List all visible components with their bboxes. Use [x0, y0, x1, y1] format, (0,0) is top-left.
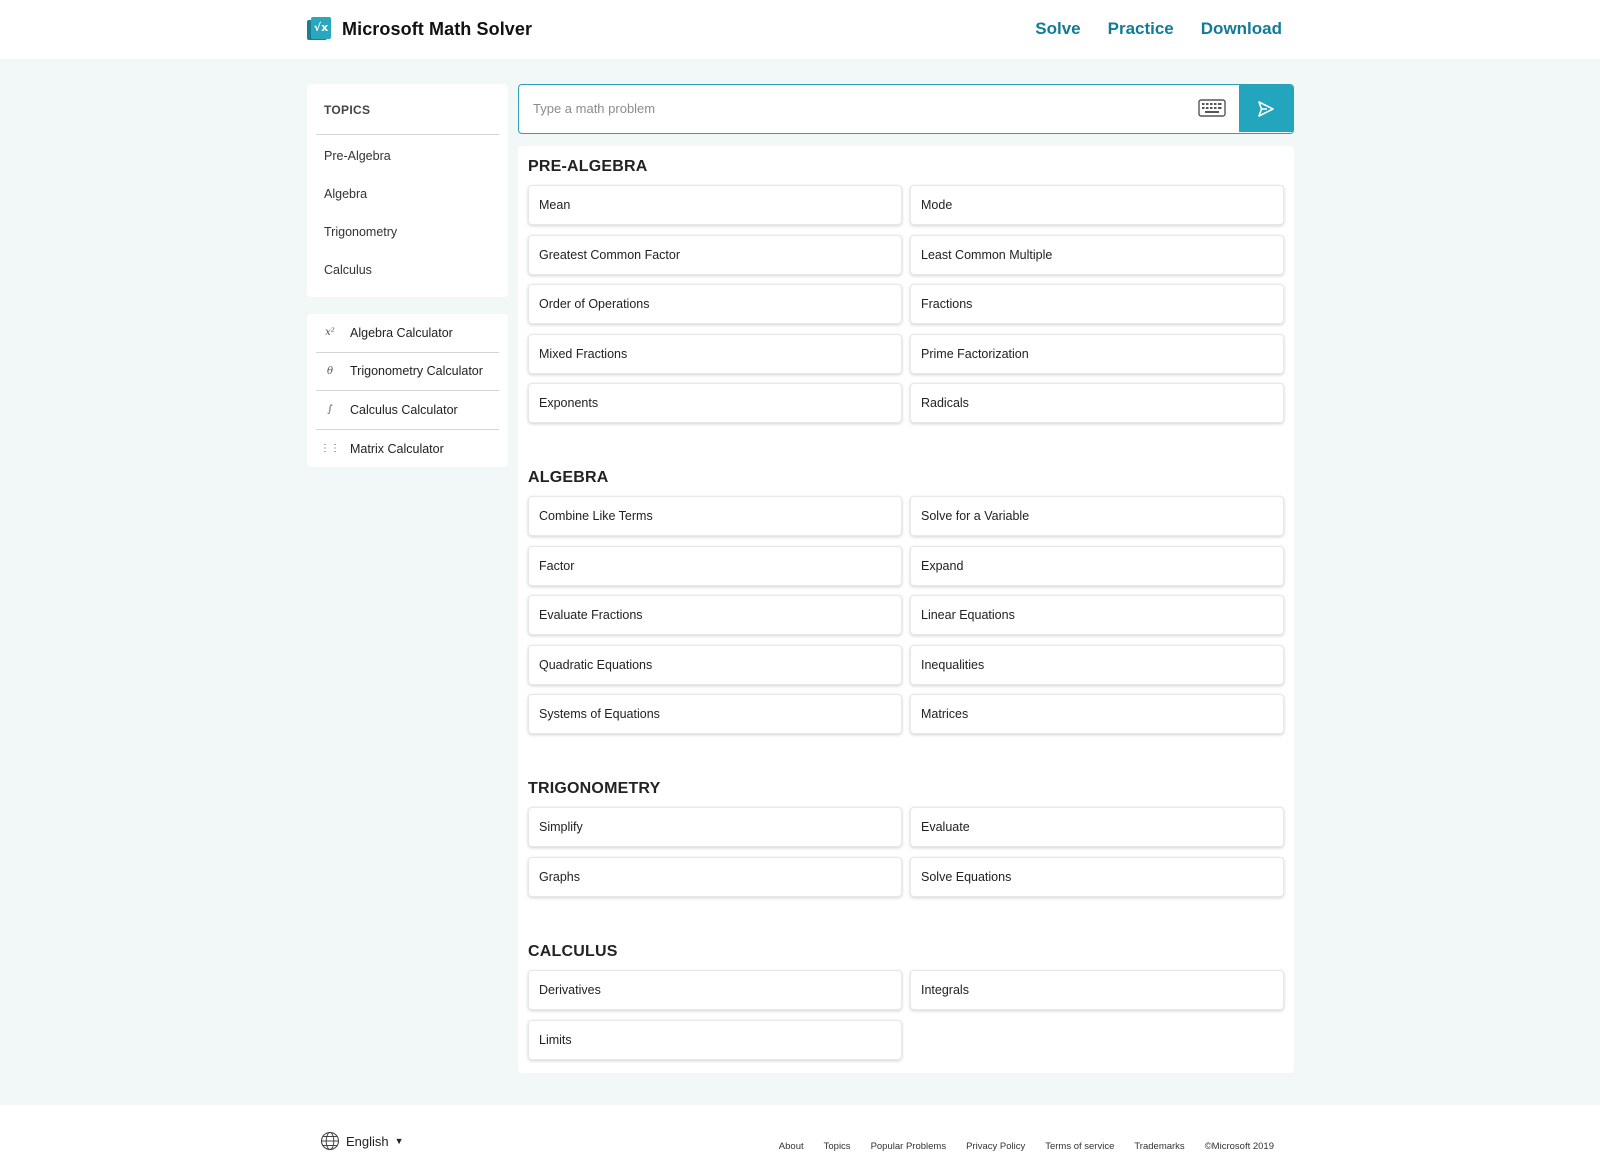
copyright-notice: ©Microsoft 2019 — [1204, 1141, 1274, 1152]
calculator-label: Calculus Calculator — [350, 402, 458, 417]
footer-link-popular-problems[interactable]: Popular Problems — [871, 1141, 947, 1152]
calculator-label: Algebra Calculator — [350, 325, 453, 340]
keyboard-icon[interactable] — [1198, 99, 1226, 117]
send-arrow-icon — [1258, 100, 1274, 117]
integral-icon: ∫ — [327, 404, 333, 416]
language-label: English — [346, 1133, 389, 1149]
section-title: PRE-ALGEBRA — [528, 158, 648, 175]
topic-card[interactable]: Exponents — [528, 383, 902, 423]
topics-heading: TOPICS — [324, 103, 371, 117]
topic-card[interactable]: Linear Equations — [910, 595, 1284, 635]
topic-card[interactable]: Solve Equations — [910, 856, 1284, 897]
topic-card[interactable]: Simplify — [528, 807, 902, 847]
algebra-calculator-link[interactable]: x² Algebra Calculator — [316, 314, 499, 353]
topic-card[interactable]: Derivatives — [528, 970, 902, 1010]
site-header: √x Microsoft Math Solver Solve Practice … — [0, 0, 1600, 59]
theta-icon: θ — [326, 365, 334, 377]
footer-link-trademarks[interactable]: Trademarks — [1134, 1141, 1184, 1152]
calculators-panel: x² Algebra Calculator θ Trigonometry Cal… — [307, 314, 508, 467]
topic-card[interactable]: Radicals — [910, 383, 1284, 423]
topics-content-panel: PRE-ALGEBRA Mean Mode Greatest Common Facto… — [518, 146, 1294, 1073]
footer-link-privacy-policy[interactable]: Privacy Policy — [966, 1141, 1025, 1152]
topic-card[interactable]: Integrals — [910, 970, 1284, 1010]
section-title: TRIGONOMETRY — [528, 780, 661, 797]
topic-card[interactable]: Inequalities — [910, 644, 1284, 685]
footer-link-terms-of-service[interactable]: Terms of service — [1045, 1141, 1114, 1152]
section-title: CALCULUS — [528, 943, 618, 960]
brand-logo[interactable]: √x Microsoft Math Solver — [307, 17, 532, 42]
submit-button[interactable] — [1239, 85, 1293, 132]
topic-card[interactable]: Least Common Multiple — [910, 234, 1284, 275]
topic-card[interactable]: Solve for a Variable — [910, 496, 1284, 536]
section-title: ALGEBRA — [528, 469, 609, 486]
matrix-icon: ⋮⋮ — [320, 443, 340, 455]
topic-card[interactable]: Graphs — [528, 856, 902, 897]
topic-card[interactable]: Mean — [528, 185, 902, 225]
topic-link-pre-algebra[interactable]: Pre-Algebra — [324, 148, 397, 186]
topic-link-calculus[interactable]: Calculus — [324, 262, 397, 300]
globe-icon — [320, 1131, 340, 1151]
brand-name: Microsoft Math Solver — [342, 19, 533, 39]
footer-links: About Topics Popular Problems Privacy Po… — [779, 1141, 1274, 1152]
caret-down-icon: ▼ — [394, 1136, 404, 1146]
topic-link-trigonometry[interactable]: Trigonometry — [324, 224, 397, 262]
footer-link-about[interactable]: About — [779, 1141, 804, 1152]
topic-card[interactable]: Matrices — [910, 694, 1284, 734]
x-squared-icon: x² — [325, 327, 335, 339]
topic-card[interactable]: Prime Factorization — [910, 333, 1284, 374]
calculus-calculator-link[interactable]: ∫ Calculus Calculator — [316, 391, 499, 430]
calculator-label: Trigonometry Calculator — [350, 364, 483, 379]
topic-card[interactable]: Greatest Common Factor — [528, 234, 902, 275]
topic-card[interactable]: Combine Like Terms — [528, 496, 902, 536]
calculator-label: Matrix Calculator — [350, 441, 444, 456]
nav-download[interactable]: Download — [1201, 19, 1282, 39]
topic-card[interactable]: Expand — [910, 545, 1284, 586]
topic-card[interactable]: Quadratic Equations — [528, 644, 902, 685]
divider — [316, 134, 499, 135]
topic-link-algebra[interactable]: Algebra — [324, 186, 397, 224]
math-problem-search — [518, 84, 1294, 134]
topics-list: Pre-Algebra Algebra Trigonometry Calculu… — [324, 148, 397, 300]
language-selector[interactable]: English ▼ — [320, 1131, 404, 1151]
footer-link-topics[interactable]: Topics — [824, 1141, 851, 1152]
math-solver-logo-icon: √x — [307, 17, 331, 42]
trigonometry-calculator-link[interactable]: θ Trigonometry Calculator — [316, 353, 499, 391]
topic-card[interactable]: Evaluate Fractions — [528, 595, 902, 635]
topic-card[interactable]: Order of Operations — [528, 284, 902, 324]
topic-card[interactable]: Mixed Fractions — [528, 333, 902, 374]
topic-card[interactable]: Evaluate — [910, 807, 1284, 847]
top-nav: Solve Practice Download — [1035, 19, 1282, 39]
topic-card[interactable]: Systems of Equations — [528, 694, 902, 734]
topic-card[interactable]: Fractions — [910, 284, 1284, 324]
nav-practice[interactable]: Practice — [1108, 19, 1174, 39]
matrix-calculator-link[interactable]: ⋮⋮ Matrix Calculator — [316, 430, 499, 469]
topic-card[interactable]: Mode — [910, 185, 1284, 225]
nav-solve[interactable]: Solve — [1035, 19, 1080, 39]
topic-card[interactable]: Factor — [528, 545, 902, 586]
topics-panel: TOPICS Pre-Algebra Algebra Trigonometry … — [307, 84, 508, 297]
math-problem-input[interactable] — [519, 85, 1199, 132]
site-footer: English ▼ About Topics Popular Problems … — [0, 1105, 1600, 1176]
topic-card[interactable]: Limits — [528, 1019, 902, 1060]
